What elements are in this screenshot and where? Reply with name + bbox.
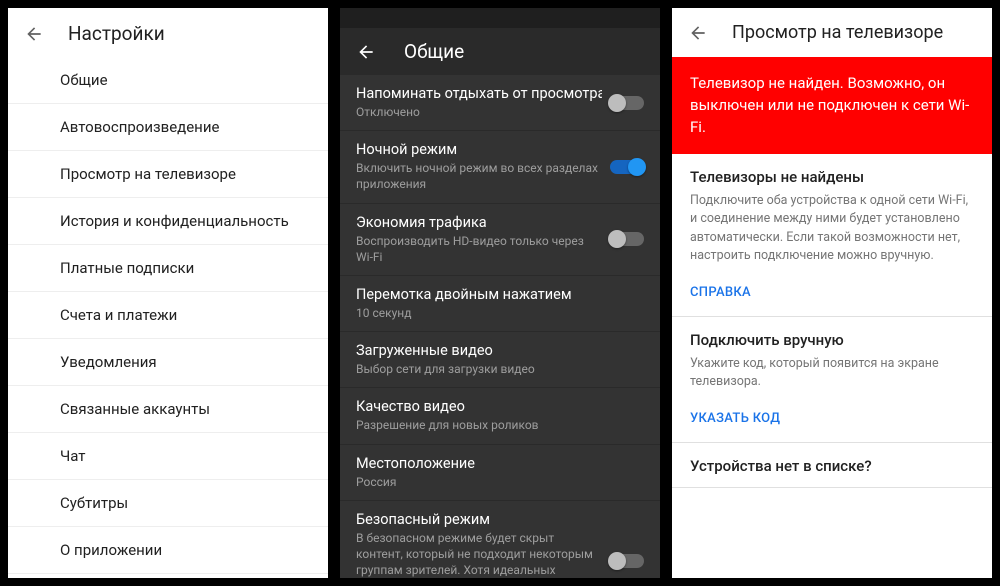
row-title: Безопасный режим	[356, 511, 602, 528]
header: Просмотр на телевизоре	[672, 8, 992, 57]
settings-general-screen: Общие Напоминать отдыхать от просмотра О…	[340, 8, 660, 578]
row-title: Качество видео	[356, 398, 644, 415]
enter-code-link[interactable]: УКАЗАТЬ КОД	[672, 397, 992, 442]
row-dark-theme[interactable]: Ночной режим Включить ночной режим во вс…	[340, 131, 660, 203]
row-subtitle: Воспроизводить HD-видео только через Wi-…	[356, 233, 602, 265]
back-arrow-icon[interactable]	[688, 23, 708, 43]
settings-item-general[interactable]: Общие	[8, 57, 328, 104]
settings-main-screen: Настройки Общие Автовоспроизведение Прос…	[8, 8, 328, 578]
toggle-restricted-mode[interactable]	[610, 554, 644, 568]
help-link[interactable]: СПРАВКА	[672, 271, 992, 316]
row-location[interactable]: Местоположение Россия	[340, 445, 660, 501]
divider	[672, 487, 992, 488]
row-limit-mobile-data[interactable]: Экономия трафика Воспроизводить HD-видео…	[340, 204, 660, 276]
settings-item-notifications[interactable]: Уведомления	[8, 339, 328, 386]
toggle-dark-theme[interactable]	[610, 160, 644, 174]
section-no-tvs: Телевизоры не найдены Подключите оба уст…	[672, 154, 992, 271]
row-title: Ночной режим	[356, 141, 602, 158]
row-subtitle: Россия	[356, 474, 644, 490]
row-title: Экономия трафика	[356, 214, 602, 231]
section-manual-connect: Подключить вручную Укажите код, который …	[672, 317, 992, 397]
settings-list: Общие Автовоспроизведение Просмотр на те…	[8, 57, 328, 578]
settings-item-connected-accounts[interactable]: Связанные аккаунты	[8, 386, 328, 433]
row-title: Местоположение	[356, 455, 644, 472]
row-title: Загруженные видео	[356, 342, 644, 359]
toggle-limit-mobile-data[interactable]	[610, 232, 644, 246]
back-arrow-icon[interactable]	[356, 42, 376, 62]
row-title: Напоминать отдыхать от просмотра	[356, 85, 602, 102]
status-bar	[340, 8, 660, 28]
back-arrow-icon[interactable]	[24, 24, 44, 44]
settings-item-chat[interactable]: Чат	[8, 433, 328, 480]
page-title: Общие	[404, 40, 464, 63]
section-title: Подключить вручную	[690, 331, 974, 349]
row-video-quality[interactable]: Качество видео Разрешение для новых роли…	[340, 388, 660, 444]
section-body: Подключите оба устройства к одной сети W…	[690, 192, 974, 265]
row-remind-break[interactable]: Напоминать отдыхать от просмотра Отключе…	[340, 75, 660, 131]
section-title: Устройства нет в списке?	[690, 457, 974, 475]
row-double-tap-seek[interactable]: Перемотка двойным нажатием 10 секунд	[340, 276, 660, 332]
settings-item-autoplay[interactable]: Автовоспроизведение	[8, 104, 328, 151]
toggle-remind-break[interactable]	[610, 96, 644, 110]
row-subtitle: В безопасном режиме будет скрыт контент,…	[356, 530, 602, 578]
page-title: Настройки	[68, 22, 165, 45]
row-subtitle: 10 секунд	[356, 305, 644, 321]
settings-item-captions[interactable]: Субтитры	[8, 480, 328, 527]
general-settings-list: Напоминать отдыхать от просмотра Отключе…	[340, 75, 660, 578]
header: Общие	[340, 28, 660, 75]
section-device-not-listed[interactable]: Устройства нет в списке?	[672, 443, 992, 487]
page-title: Просмотр на телевизоре	[732, 22, 943, 43]
settings-item-paid-subscriptions[interactable]: Платные подписки	[8, 245, 328, 292]
row-downloads[interactable]: Загруженные видео Выбор сети для загрузк…	[340, 332, 660, 388]
row-subtitle: Включить ночной режим во всех разделах п…	[356, 160, 602, 192]
row-subtitle: Отключено	[356, 104, 602, 120]
row-restricted-mode[interactable]: Безопасный режим В безопасном режиме буд…	[340, 501, 660, 578]
row-subtitle: Разрешение для новых роликов	[356, 417, 644, 433]
row-subtitle: Выбор сети для загрузки видео	[356, 361, 644, 377]
settings-item-watch-on-tv[interactable]: Просмотр на телевизоре	[8, 151, 328, 198]
watch-on-tv-screen: Просмотр на телевизоре Телевизор не найд…	[672, 8, 992, 578]
header: Настройки	[8, 8, 328, 57]
section-body: Укажите код, который появится на экране …	[690, 355, 974, 391]
settings-item-about[interactable]: О приложении	[8, 527, 328, 574]
settings-item-history-privacy[interactable]: История и конфиденциальность	[8, 198, 328, 245]
tv-not-found-alert: Телевизор не найден. Возможно, он выключ…	[672, 57, 992, 154]
section-title: Телевизоры не найдены	[690, 168, 974, 186]
settings-item-billing[interactable]: Счета и платежи	[8, 292, 328, 339]
row-title: Перемотка двойным нажатием	[356, 286, 644, 303]
